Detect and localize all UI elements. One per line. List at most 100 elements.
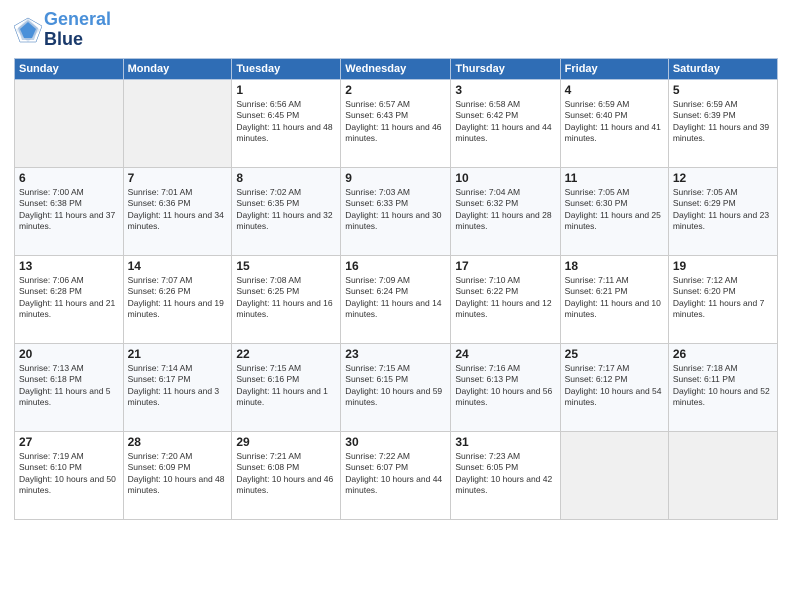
day-number: 26 — [673, 347, 773, 361]
day-number: 19 — [673, 259, 773, 273]
calendar-cell: 2 Sunrise: 6:57 AMSunset: 6:43 PMDaylight… — [341, 79, 451, 167]
day-info: Sunrise: 7:21 AMSunset: 6:08 PMDaylight:… — [236, 451, 336, 497]
day-info: Sunrise: 7:06 AMSunset: 6:28 PMDaylight:… — [19, 275, 119, 321]
calendar-cell: 16 Sunrise: 7:09 AMSunset: 6:24 PMDayligh… — [341, 255, 451, 343]
calendar-cell: 7 Sunrise: 7:01 AMSunset: 6:36 PMDaylight… — [123, 167, 232, 255]
day-number: 4 — [565, 83, 664, 97]
day-info: Sunrise: 7:19 AMSunset: 6:10 PMDaylight:… — [19, 451, 119, 497]
day-info: Sunrise: 7:17 AMSunset: 6:12 PMDaylight:… — [565, 363, 664, 409]
calendar-cell: 20Sunrise: 7:13 AMSunset: 6:18 PMDayligh… — [15, 343, 124, 431]
day-number: 6 — [19, 171, 119, 185]
calendar-cell — [560, 431, 668, 519]
calendar-cell: 19 Sunrise: 7:12 AMSunset: 6:20 PMDayligh… — [668, 255, 777, 343]
day-number: 9 — [345, 171, 446, 185]
day-info: Sunrise: 7:22 AMSunset: 6:07 PMDaylight:… — [345, 451, 446, 497]
calendar-cell — [15, 79, 124, 167]
day-number: 7 — [128, 171, 228, 185]
calendar-cell: 28Sunrise: 7:20 AMSunset: 6:09 PMDayligh… — [123, 431, 232, 519]
day-number: 18 — [565, 259, 664, 273]
calendar-cell: 10Sunrise: 7:04 AMSunset: 6:32 PMDayligh… — [451, 167, 560, 255]
calendar-cell: 18 Sunrise: 7:11 AMSunset: 6:21 PMDayligh… — [560, 255, 668, 343]
page: GeneralBlue SundayMondayTuesdayWednesday… — [0, 0, 792, 612]
calendar-cell: 6 Sunrise: 7:00 AMSunset: 6:38 PMDaylight… — [15, 167, 124, 255]
day-info: Sunrise: 6:57 AMSunset: 6:43 PMDaylight:… — [345, 99, 446, 145]
day-info: Sunrise: 7:00 AMSunset: 6:38 PMDaylight:… — [19, 187, 119, 233]
day-number: 2 — [345, 83, 446, 97]
day-number: 29 — [236, 435, 336, 449]
day-info: Sunrise: 7:07 AMSunset: 6:26 PMDaylight:… — [128, 275, 228, 321]
calendar-cell: 11 Sunrise: 7:05 AMSunset: 6:30 PMDayligh… — [560, 167, 668, 255]
calendar-cell — [123, 79, 232, 167]
day-info: Sunrise: 7:05 AMSunset: 6:30 PMDaylight:… — [565, 187, 664, 233]
calendar-week-row: 6 Sunrise: 7:00 AMSunset: 6:38 PMDaylight… — [15, 167, 778, 255]
day-info: Sunrise: 7:02 AMSunset: 6:35 PMDaylight:… — [236, 187, 336, 233]
day-info: Sunrise: 7:05 AMSunset: 6:29 PMDaylight:… — [673, 187, 773, 233]
day-info: Sunrise: 7:23 AMSunset: 6:05 PMDaylight:… — [455, 451, 555, 497]
calendar-cell: 8 Sunrise: 7:02 AMSunset: 6:35 PMDaylight… — [232, 167, 341, 255]
day-info: Sunrise: 6:59 AMSunset: 6:40 PMDaylight:… — [565, 99, 664, 145]
day-number: 1 — [236, 83, 336, 97]
day-info: Sunrise: 7:08 AMSunset: 6:25 PMDaylight:… — [236, 275, 336, 321]
calendar-cell: 29 Sunrise: 7:21 AMSunset: 6:08 PMDayligh… — [232, 431, 341, 519]
day-number: 8 — [236, 171, 336, 185]
header: GeneralBlue — [14, 10, 778, 50]
calendar-cell: 26 Sunrise: 7:18 AMSunset: 6:11 PMDayligh… — [668, 343, 777, 431]
day-number: 21 — [128, 347, 228, 361]
day-number: 14 — [128, 259, 228, 273]
day-number: 30 — [345, 435, 446, 449]
calendar-cell: 3Sunrise: 6:58 AMSunset: 6:42 PMDaylight… — [451, 79, 560, 167]
day-number: 31 — [455, 435, 555, 449]
col-header-tuesday: Tuesday — [232, 58, 341, 79]
calendar-cell: 9 Sunrise: 7:03 AMSunset: 6:33 PMDaylight… — [341, 167, 451, 255]
day-info: Sunrise: 7:15 AMSunset: 6:15 PMDaylight:… — [345, 363, 446, 409]
calendar-cell — [668, 431, 777, 519]
day-info: Sunrise: 7:14 AMSunset: 6:17 PMDaylight:… — [128, 363, 228, 409]
calendar-cell: 22Sunrise: 7:15 AMSunset: 6:16 PMDayligh… — [232, 343, 341, 431]
calendar-cell: 23Sunrise: 7:15 AMSunset: 6:15 PMDayligh… — [341, 343, 451, 431]
day-number: 5 — [673, 83, 773, 97]
day-info: Sunrise: 7:01 AMSunset: 6:36 PMDaylight:… — [128, 187, 228, 233]
calendar-cell: 27Sunrise: 7:19 AMSunset: 6:10 PMDayligh… — [15, 431, 124, 519]
calendar-cell: 15 Sunrise: 7:08 AMSunset: 6:25 PMDayligh… — [232, 255, 341, 343]
calendar-header-row: SundayMondayTuesdayWednesdayThursdayFrid… — [15, 58, 778, 79]
day-info: Sunrise: 7:20 AMSunset: 6:09 PMDaylight:… — [128, 451, 228, 497]
day-number: 10 — [455, 171, 555, 185]
day-number: 12 — [673, 171, 773, 185]
day-info: Sunrise: 6:58 AMSunset: 6:42 PMDaylight:… — [455, 99, 555, 145]
day-info: Sunrise: 7:18 AMSunset: 6:11 PMDaylight:… — [673, 363, 773, 409]
col-header-wednesday: Wednesday — [341, 58, 451, 79]
day-info: Sunrise: 7:03 AMSunset: 6:33 PMDaylight:… — [345, 187, 446, 233]
calendar-cell: 31 Sunrise: 7:23 AMSunset: 6:05 PMDayligh… — [451, 431, 560, 519]
day-number: 24 — [455, 347, 555, 361]
calendar-cell: 30 Sunrise: 7:22 AMSunset: 6:07 PMDayligh… — [341, 431, 451, 519]
day-info: Sunrise: 7:09 AMSunset: 6:24 PMDaylight:… — [345, 275, 446, 321]
calendar-cell: 24 Sunrise: 7:16 AMSunset: 6:13 PMDayligh… — [451, 343, 560, 431]
calendar-cell: 4 Sunrise: 6:59 AMSunset: 6:40 PMDaylight… — [560, 79, 668, 167]
calendar-cell: 12 Sunrise: 7:05 AMSunset: 6:29 PMDayligh… — [668, 167, 777, 255]
calendar-cell: 1 Sunrise: 6:56 AMSunset: 6:45 PMDaylight… — [232, 79, 341, 167]
calendar-cell: 25 Sunrise: 7:17 AMSunset: 6:12 PMDayligh… — [560, 343, 668, 431]
day-number: 22 — [236, 347, 336, 361]
day-number: 11 — [565, 171, 664, 185]
calendar-cell: 13 Sunrise: 7:06 AMSunset: 6:28 PMDayligh… — [15, 255, 124, 343]
calendar-week-row: 1 Sunrise: 6:56 AMSunset: 6:45 PMDaylight… — [15, 79, 778, 167]
calendar-cell: 14 Sunrise: 7:07 AMSunset: 6:26 PMDayligh… — [123, 255, 232, 343]
col-header-sunday: Sunday — [15, 58, 124, 79]
col-header-monday: Monday — [123, 58, 232, 79]
day-info: Sunrise: 6:56 AMSunset: 6:45 PMDaylight:… — [236, 99, 336, 145]
day-info: Sunrise: 7:12 AMSunset: 6:20 PMDaylight:… — [673, 275, 773, 321]
col-header-friday: Friday — [560, 58, 668, 79]
day-number: 15 — [236, 259, 336, 273]
day-number: 25 — [565, 347, 664, 361]
calendar-week-row: 13 Sunrise: 7:06 AMSunset: 6:28 PMDayligh… — [15, 255, 778, 343]
calendar-cell: 5Sunrise: 6:59 AMSunset: 6:39 PMDaylight… — [668, 79, 777, 167]
calendar-cell: 21 Sunrise: 7:14 AMSunset: 6:17 PMDayligh… — [123, 343, 232, 431]
day-number: 13 — [19, 259, 119, 273]
day-info: Sunrise: 7:10 AMSunset: 6:22 PMDaylight:… — [455, 275, 555, 321]
day-number: 17 — [455, 259, 555, 273]
day-info: Sunrise: 7:16 AMSunset: 6:13 PMDaylight:… — [455, 363, 555, 409]
day-info: Sunrise: 7:13 AMSunset: 6:18 PMDaylight:… — [19, 363, 119, 409]
day-info: Sunrise: 7:11 AMSunset: 6:21 PMDaylight:… — [565, 275, 664, 321]
col-header-saturday: Saturday — [668, 58, 777, 79]
day-number: 16 — [345, 259, 446, 273]
